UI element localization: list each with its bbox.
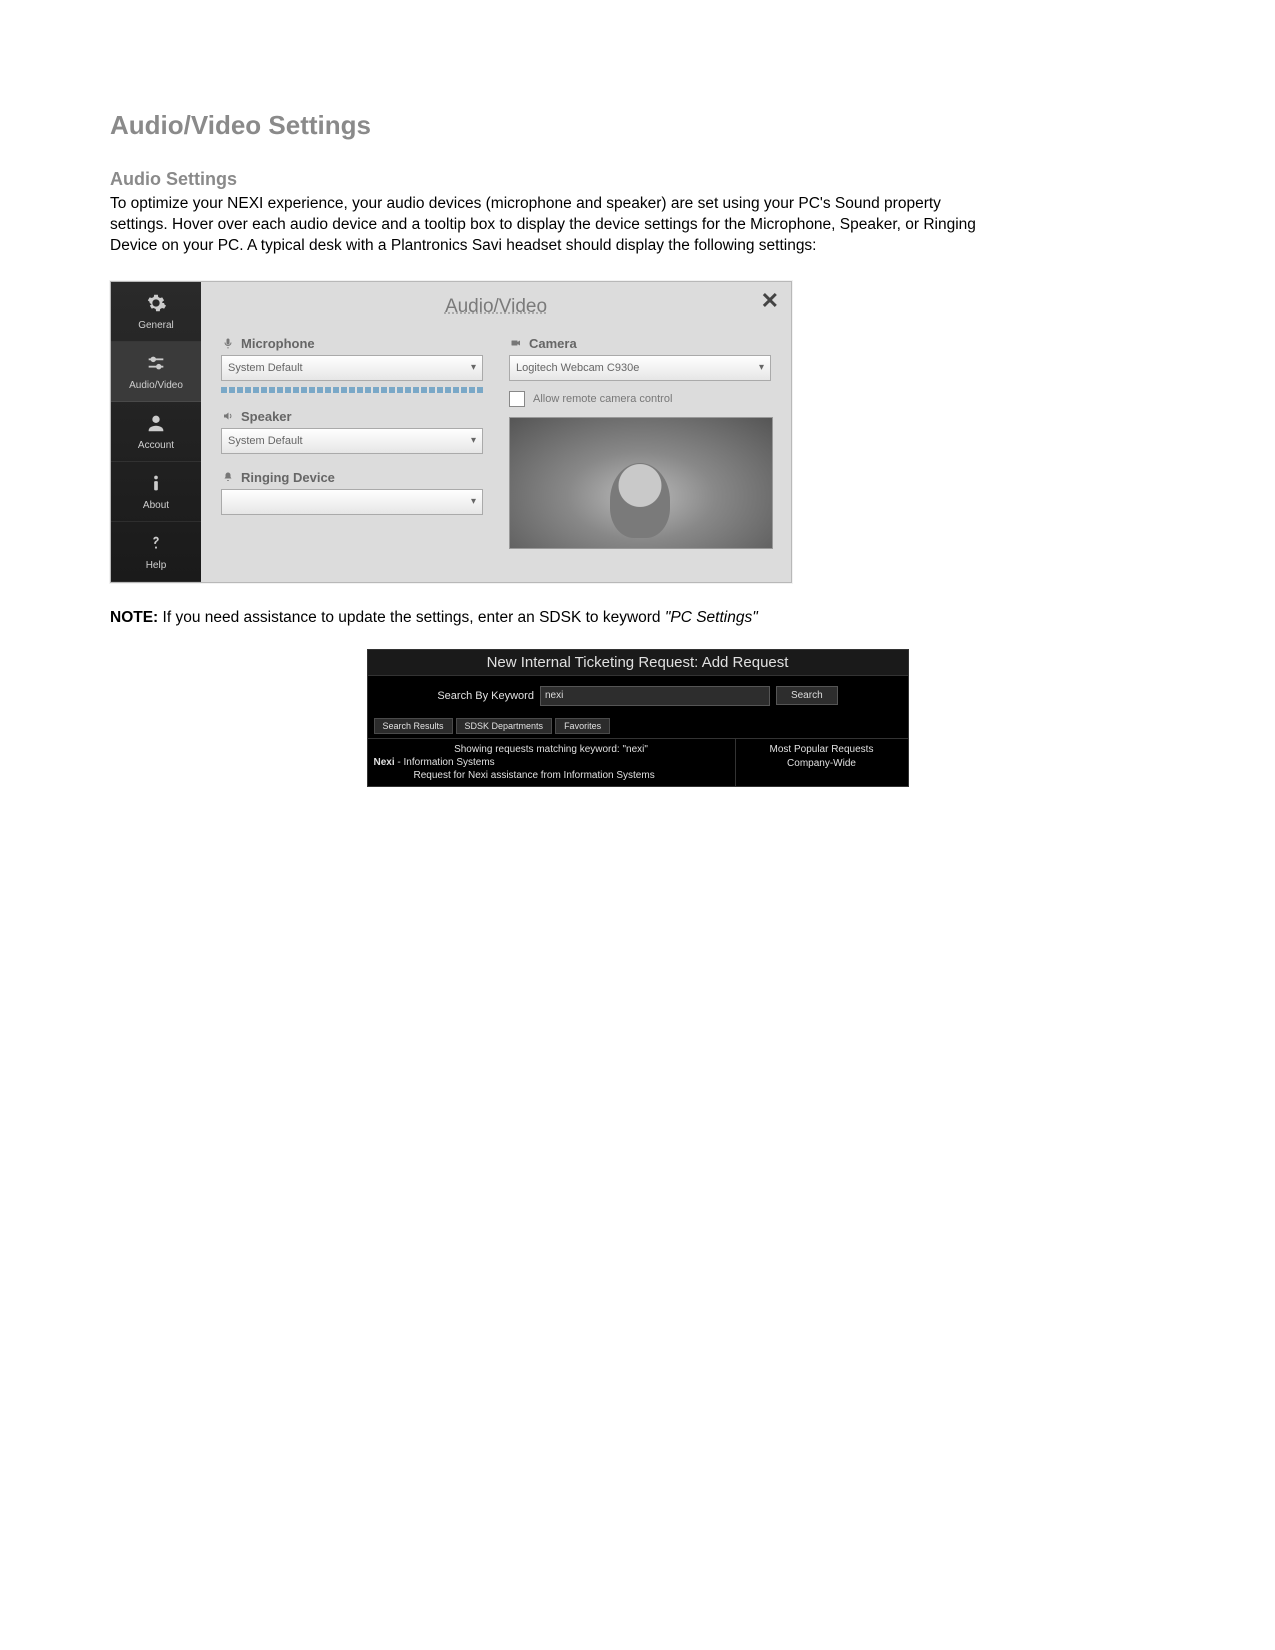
speaker-value: System Default <box>228 435 303 447</box>
gear-icon <box>145 292 167 314</box>
microphone-icon <box>221 336 235 350</box>
chevron-down-icon: ▾ <box>759 362 764 373</box>
remote-camera-label: Allow remote camera control <box>533 393 672 405</box>
popular-subheading: Company-Wide <box>742 757 902 771</box>
tab-search-results[interactable]: Search Results <box>374 718 453 734</box>
section-heading-audio: Audio Settings <box>110 169 1165 190</box>
nav-account[interactable]: Account <box>111 402 201 462</box>
note-line: NOTE: If you need assistance to update t… <box>110 609 1165 627</box>
nav-label: About <box>143 500 169 511</box>
search-button[interactable]: Search <box>776 686 838 705</box>
intro-paragraph: To optimize your NEXI experience, your a… <box>110 194 980 257</box>
person-icon <box>145 412 167 434</box>
speaker-label: Speaker <box>221 409 483 424</box>
microphone-value: System Default <box>228 362 303 374</box>
note-keyword: "PC Settings" <box>665 609 758 626</box>
chevron-down-icon: ▾ <box>471 362 476 373</box>
popular-heading: Most Popular Requests <box>742 743 902 757</box>
camera-select[interactable]: Logitech Webcam C930e ▾ <box>509 355 771 381</box>
result-row[interactable]: Nexi - Information Systems <box>374 756 729 769</box>
microphone-select[interactable]: System Default ▾ <box>221 355 483 381</box>
remote-camera-checkbox[interactable] <box>509 391 525 407</box>
nav-about[interactable]: About <box>111 462 201 522</box>
search-input[interactable] <box>540 686 770 706</box>
settings-sidebar: General Audio/Video Account About <box>111 282 201 582</box>
note-prefix: NOTE: <box>110 609 158 626</box>
chevron-down-icon: ▾ <box>471 435 476 446</box>
close-icon[interactable]: ✕ <box>761 288 779 314</box>
ringing-label-text: Ringing Device <box>241 470 335 485</box>
ticket-title: New Internal Ticketing Request: Add Requ… <box>368 650 908 676</box>
speaker-icon <box>221 409 235 423</box>
bell-icon <box>221 470 235 484</box>
search-label: Search By Keyword <box>437 690 534 702</box>
camera-preview <box>509 417 773 549</box>
nav-label: Audio/Video <box>129 380 183 391</box>
result-description: Request for Nexi assistance from Informa… <box>374 769 729 782</box>
question-icon <box>145 532 167 554</box>
nav-label: Help <box>146 560 167 571</box>
ringing-label: Ringing Device <box>221 470 483 485</box>
camera-icon <box>509 336 523 350</box>
nav-general[interactable]: General <box>111 282 201 342</box>
speaker-label-text: Speaker <box>241 409 292 424</box>
nav-label: General <box>138 320 174 331</box>
sliders-icon <box>145 352 167 374</box>
nav-label: Account <box>138 440 174 451</box>
results-matching-text: Showing requests matching keyword: "nexi… <box>374 743 729 756</box>
speaker-select[interactable]: System Default ▾ <box>221 428 483 454</box>
nav-audiovideo[interactable]: Audio/Video <box>111 342 201 402</box>
microphone-label-text: Microphone <box>241 336 315 351</box>
camera-value: Logitech Webcam C930e <box>516 362 639 374</box>
dialog-title: Audio/Video <box>221 296 771 318</box>
nav-help[interactable]: Help <box>111 522 201 582</box>
mic-level-meter <box>221 387 483 393</box>
chevron-down-icon: ▾ <box>471 496 476 507</box>
info-icon <box>145 472 167 494</box>
result-name: Nexi <box>374 757 395 768</box>
ticketing-panel: New Internal Ticketing Request: Add Requ… <box>367 649 909 787</box>
ringing-select[interactable]: ▾ <box>221 489 483 515</box>
microphone-label: Microphone <box>221 336 483 351</box>
page-title: Audio/Video Settings <box>110 110 1165 141</box>
camera-label-text: Camera <box>529 336 577 351</box>
tab-favorites[interactable]: Favorites <box>555 718 610 734</box>
result-dept: - Information Systems <box>395 757 495 768</box>
tab-sdsk-departments[interactable]: SDSK Departments <box>456 718 553 734</box>
audio-video-dialog: General Audio/Video Account About <box>110 281 792 583</box>
note-body: If you need assistance to update the set… <box>158 609 665 626</box>
camera-label: Camera <box>509 336 771 351</box>
